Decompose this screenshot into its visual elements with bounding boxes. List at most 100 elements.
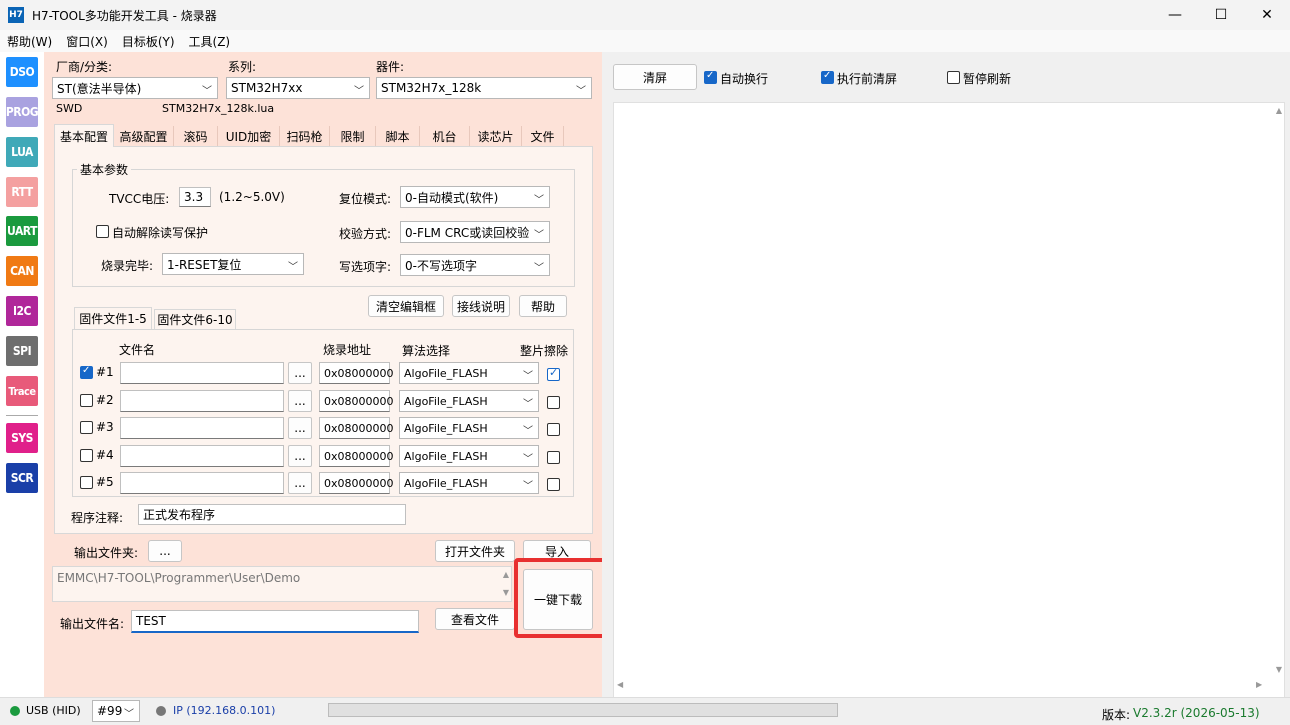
- close-button[interactable]: ✕: [1244, 0, 1290, 30]
- scroll-down-icon[interactable]: ▼: [1276, 665, 1282, 674]
- tab-machine[interactable]: 机台: [420, 126, 470, 146]
- firmware-erase-checkbox[interactable]: [547, 396, 560, 409]
- firmware-enable-checkbox[interactable]: [80, 421, 93, 434]
- tvcc-label: TVCC电压:: [109, 192, 170, 206]
- output-name-label: 输出文件名:: [60, 617, 125, 631]
- firmware-enable-checkbox[interactable]: [80, 394, 93, 407]
- tab-limit[interactable]: 限制: [330, 126, 376, 146]
- tab-read-chip[interactable]: 读芯片: [470, 126, 522, 146]
- tab-rolling-code[interactable]: 滚码: [174, 126, 218, 146]
- tool-prog-button[interactable]: PROG: [6, 97, 39, 127]
- app-icon: H7: [8, 7, 24, 23]
- tab-file[interactable]: 文件: [522, 126, 564, 146]
- tool-sys-button[interactable]: SYS: [6, 423, 38, 453]
- firmware-algo-select[interactable]: AlgoFile_FLASH ﹀: [399, 472, 539, 494]
- auto-wrap-checkbox[interactable]: [704, 70, 717, 84]
- tab-uid-encrypt[interactable]: UID加密: [218, 126, 280, 146]
- browse-folder-button[interactable]: ...: [148, 540, 182, 562]
- tab-firmware-6-10[interactable]: 固件文件6-10: [154, 309, 236, 329]
- chevron-down-icon: ﹀: [523, 426, 533, 437]
- scroll-up-icon[interactable]: ▲: [503, 570, 509, 579]
- auto-unlock-checkbox[interactable]: [96, 225, 109, 238]
- tvcc-input[interactable]: 3.3: [179, 187, 211, 207]
- output-name-input[interactable]: TEST: [131, 610, 419, 633]
- series-select[interactable]: STM32H7xx ﹀: [226, 77, 370, 99]
- tool-scr-button[interactable]: SCR: [6, 463, 38, 493]
- note-input[interactable]: 正式发布程序: [138, 504, 406, 525]
- firmware-browse-button[interactable]: ...: [288, 362, 312, 384]
- firmware-file-input[interactable]: [120, 362, 284, 384]
- tool-lua-button[interactable]: LUA: [6, 137, 38, 167]
- maximize-button[interactable]: ☐: [1198, 0, 1244, 30]
- menu-tools[interactable]: 工具(Z): [182, 33, 238, 50]
- tab-firmware-1-5[interactable]: 固件文件1-5: [74, 307, 152, 329]
- firmware-algo-select[interactable]: AlgoFile_FLASH ﹀: [399, 417, 539, 439]
- tab-advanced[interactable]: 高级配置: [114, 126, 174, 146]
- pause-refresh-label: 暂停刷新: [963, 72, 1012, 86]
- tool-uart-button[interactable]: UART: [6, 216, 38, 246]
- help-button[interactable]: 帮助: [519, 295, 567, 317]
- pause-refresh-checkbox[interactable]: [947, 71, 960, 84]
- clear-editor-button[interactable]: 清空编辑框: [368, 295, 444, 317]
- firmware-erase-checkbox[interactable]: [547, 423, 560, 436]
- firmware-erase-checkbox[interactable]: [547, 451, 560, 464]
- firmware-erase-checkbox[interactable]: [547, 478, 560, 491]
- tool-rtt-button[interactable]: RTT: [6, 177, 38, 207]
- firmware-browse-button[interactable]: ...: [288, 390, 312, 412]
- window-title: H7-TOOL多功能开发工具 - 烧录器: [32, 8, 217, 23]
- firmware-row-id: #1: [96, 365, 114, 379]
- tool-spi-button[interactable]: SPI: [6, 336, 38, 366]
- option-bytes-select[interactable]: 0-不写选项字 ﹀: [400, 254, 550, 276]
- log-output[interactable]: ▲ ▼ ◀ ▶: [613, 102, 1285, 698]
- verify-select[interactable]: 0-FLM CRC或读回校验 ﹀: [400, 221, 550, 243]
- firmware-browse-button[interactable]: ...: [288, 472, 312, 494]
- scroll-left-icon[interactable]: ◀: [617, 680, 623, 689]
- firmware-addr-input[interactable]: 0x08000000: [319, 417, 394, 439]
- scroll-right-icon[interactable]: ▶: [1256, 680, 1262, 689]
- firmware-file-input[interactable]: [120, 472, 284, 494]
- basic-config-page: 基本参数 TVCC电压: 3.3 (1.2~5.0V) 复位模式: 0-自动模式…: [54, 146, 593, 534]
- firmware-enable-checkbox[interactable]: [80, 476, 93, 489]
- output-folder-path[interactable]: EMMC\H7-TOOL\Programmer\User\Demo ▲ ▼: [52, 566, 512, 602]
- done-action-select[interactable]: 1-RESET复位 ﹀: [162, 253, 304, 275]
- tab-basic[interactable]: 基本配置: [54, 124, 114, 147]
- firmware-algo-select[interactable]: AlgoFile_FLASH ﹀: [399, 362, 539, 384]
- vendor-select[interactable]: ST(意法半导体) ﹀: [52, 77, 218, 99]
- firmware-enable-checkbox[interactable]: [80, 365, 93, 379]
- menu-help[interactable]: 帮助(W): [0, 33, 59, 50]
- scroll-up-icon[interactable]: ▲: [1276, 106, 1282, 115]
- firmware-addr-input[interactable]: 0x08000000: [319, 362, 394, 384]
- firmware-file-input[interactable]: [120, 390, 284, 412]
- tool-dso-button[interactable]: DSO: [6, 57, 38, 87]
- clear-before-run-label: 执行前清屏: [837, 72, 898, 86]
- one-click-download-button[interactable]: 一键下载: [523, 569, 593, 630]
- firmware-file-input[interactable]: [120, 417, 284, 439]
- tool-i2c-button[interactable]: I2C: [6, 296, 38, 326]
- menu-target[interactable]: 目标板(Y): [115, 33, 182, 50]
- firmware-enable-checkbox[interactable]: [80, 449, 93, 462]
- firmware-addr-input[interactable]: 0x08000000: [319, 445, 394, 467]
- firmware-file-input[interactable]: [120, 445, 284, 467]
- tool-can-button[interactable]: CAN: [6, 256, 38, 286]
- firmware-browse-button[interactable]: ...: [288, 417, 312, 439]
- wiring-help-button[interactable]: 接线说明: [452, 295, 510, 317]
- clear-before-run-checkbox[interactable]: [821, 70, 834, 84]
- firmware-addr-input[interactable]: 0x08000000: [319, 472, 394, 494]
- reset-mode-select[interactable]: 0-自动模式(软件) ﹀: [400, 186, 550, 208]
- tab-script[interactable]: 脚本: [376, 126, 420, 146]
- device-number-select[interactable]: #99 ﹀: [92, 700, 140, 722]
- tab-scanner[interactable]: 扫码枪: [280, 126, 330, 146]
- view-file-button[interactable]: 查看文件: [435, 608, 515, 630]
- open-folder-button[interactable]: 打开文件夹: [435, 540, 515, 562]
- minimize-button[interactable]: —: [1152, 0, 1198, 30]
- menu-window[interactable]: 窗口(X): [59, 33, 115, 50]
- firmware-browse-button[interactable]: ...: [288, 445, 312, 467]
- part-select[interactable]: STM32H7x_128k ﹀: [376, 77, 592, 99]
- firmware-addr-input[interactable]: 0x08000000: [319, 390, 394, 412]
- clear-screen-button[interactable]: 清屏: [613, 64, 697, 90]
- tool-trace-button[interactable]: Trace: [6, 376, 38, 406]
- firmware-algo-select[interactable]: AlgoFile_FLASH ﹀: [399, 390, 539, 412]
- firmware-algo-select[interactable]: AlgoFile_FLASH ﹀: [399, 445, 539, 467]
- scroll-down-icon[interactable]: ▼: [503, 588, 509, 597]
- firmware-erase-checkbox[interactable]: [547, 366, 560, 381]
